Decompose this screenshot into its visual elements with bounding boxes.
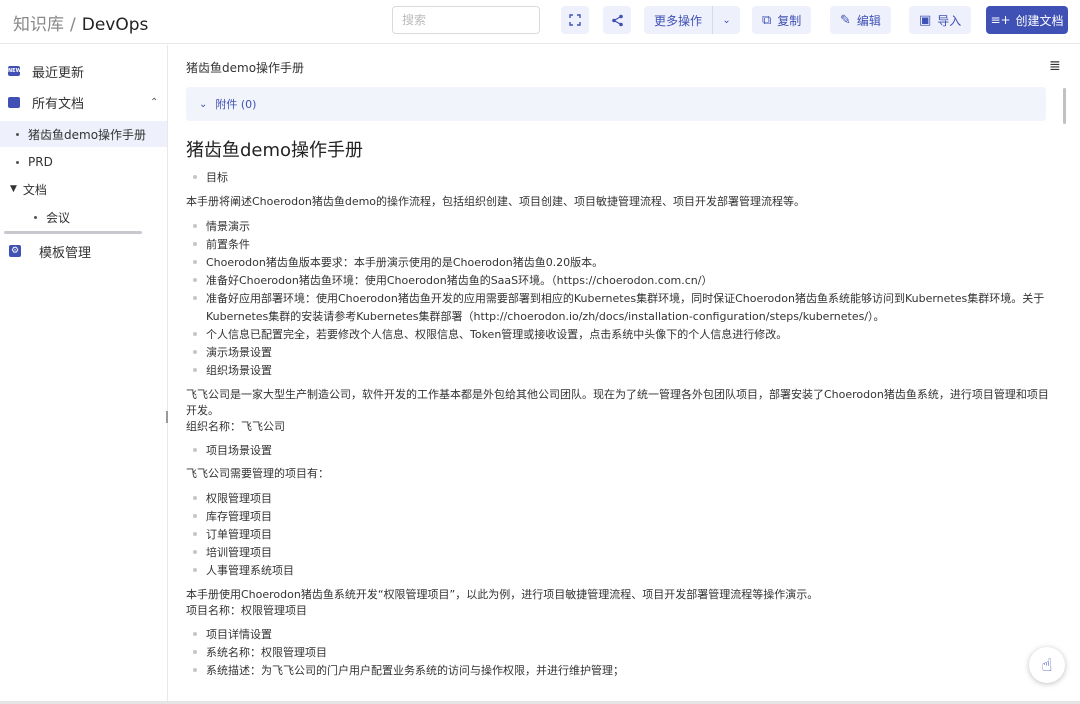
fullscreen-icon (569, 14, 581, 26)
import-button[interactable]: ▣ 导入 (909, 6, 972, 34)
document-list-icon (8, 96, 20, 108)
share-icon (611, 14, 623, 26)
attachments-label: 附件 (0) (215, 98, 257, 111)
pencil-icon: ✎ (840, 12, 851, 28)
add-document-icon: ≡+ (990, 13, 1011, 27)
breadcrumb: 知识库 / DevOps (13, 10, 148, 35)
goal-list: 目标 (186, 169, 1051, 187)
sidebar-item-label: 模板管理 (39, 245, 92, 261)
list-item: 人事管理系统项目 (186, 562, 1051, 580)
projects-intro: 飞飞公司需要管理的项目有： (186, 467, 329, 480)
project-scene-list: 项目场景设置 (186, 442, 1051, 460)
document-heading: 猪齿鱼demo操作手册 (186, 140, 364, 161)
attachments-panel[interactable]: ⌄ 附件 (0) (186, 87, 1046, 121)
tree-item-label: PRD (28, 155, 53, 169)
intro-paragraph: 本手册将阐述Choerodon猪齿鱼demo的操作流程，包括组织创建、项目创建、… (186, 195, 806, 208)
create-document-label: 创建文档 (1015, 13, 1064, 28)
copy-button[interactable]: ⧉ 复制 (752, 6, 812, 34)
list-item: 前置条件 (186, 236, 1051, 254)
create-document-button[interactable]: ≡+ 创建文档 (986, 6, 1068, 34)
help-float-button[interactable]: ☝ (1029, 647, 1065, 683)
breadcrumb-current: DevOps (81, 15, 149, 35)
chevron-up-icon[interactable]: ⌃ (150, 97, 158, 108)
sidebar-item-label: 所有文档 (32, 96, 85, 112)
list-item: Choerodon猪齿鱼版本要求：本手册演示使用的是Choerodon猪齿鱼0.… (186, 254, 1051, 272)
list-item: 情景演示 (186, 218, 1051, 236)
table-of-contents-icon[interactable]: ≣ (1049, 58, 1061, 74)
list-item: 库存管理项目 (186, 508, 1051, 526)
list-item: 系统描述：为飞飞公司的门户用户配置业务系统的访问与操作权限，并进行维护管理； (186, 662, 1051, 680)
gear-icon: ⚙ (9, 245, 21, 257)
list-item: 项目场景设置 (186, 442, 1051, 460)
tree-item-doc[interactable]: 猪齿鱼demo操作手册 (0, 121, 167, 147)
sidebar-item-label: 最近更新 (32, 65, 85, 81)
org-name: 组织名称：飞飞公司 (186, 420, 285, 433)
chevron-down-icon: ⌄ (722, 14, 731, 26)
list-item: 项目详情设置 (186, 626, 1051, 644)
project-list: 权限管理项目 库存管理项目 订单管理项目 培训管理项目 人事管理系统项目 (186, 490, 1051, 580)
list-item: 组织场景设置 (186, 362, 1051, 380)
breadcrumb-root[interactable]: 知识库 (13, 15, 64, 35)
sidebar-item-templates[interactable]: ⚙ 模板管理 (9, 239, 91, 263)
new-badge-icon: NEW (8, 66, 22, 76)
fullscreen-button[interactable] (561, 6, 589, 34)
list-item: 目标 (186, 169, 1051, 187)
tree-item-folder[interactable]: ▼ 文档 (0, 176, 47, 202)
breadcrumb-separator: / (70, 15, 76, 35)
list-item: 系统名称：权限管理项目 (186, 644, 1051, 662)
list-item: 演示场景设置 (186, 344, 1051, 362)
touch-hand-icon: ☝ (1041, 654, 1053, 676)
list-item: 权限管理项目 (186, 490, 1051, 508)
sidebar-item-recent[interactable]: NEW 最近更新 (8, 59, 84, 83)
list-item: 订单管理项目 (186, 526, 1051, 544)
scene-list: 情景演示 前置条件 Choerodon猪齿鱼版本要求：本手册演示使用的是Choe… (186, 218, 1051, 380)
bullet-icon (16, 160, 19, 164)
more-actions-dropdown[interactable]: ⌄ (712, 6, 740, 34)
tree-item-prd[interactable]: PRD (0, 149, 53, 175)
project-detail-list: 项目详情设置 系统名称：权限管理项目 系统描述：为飞飞公司的门户用户配置业务系统… (186, 626, 1051, 680)
sidebar-scrollbar[interactable] (4, 231, 142, 234)
edit-button[interactable]: ✎ 编辑 (830, 6, 891, 34)
sidebar-item-all-docs[interactable]: 所有文档 (8, 90, 84, 114)
caret-down-icon: ▼ (10, 184, 17, 194)
more-actions-split-button: 更多操作 ⌄ (644, 6, 741, 34)
tree-item-meeting[interactable]: 会议 (0, 204, 70, 230)
bullet-icon (34, 215, 37, 219)
sidebar-resize-handle[interactable] (166, 411, 168, 423)
copy-icon: ⧉ (762, 12, 772, 28)
list-item: 准备好应用部署环境：使用Choerodon猪齿鱼开发的应用需要部署到相应的Kub… (186, 290, 1051, 326)
tree-item-label: 猪齿鱼demo操作手册 (28, 127, 147, 142)
tree-item-label: 文档 (22, 182, 47, 197)
chevron-down-icon: ⌄ (199, 98, 208, 110)
edit-label: 编辑 (856, 13, 881, 28)
project-name: 项目名称：权限管理项目 (186, 604, 307, 617)
list-item: 培训管理项目 (186, 544, 1051, 562)
copy-label: 复制 (777, 13, 802, 28)
import-icon: ▣ (919, 12, 932, 28)
share-button[interactable] (603, 6, 631, 34)
top-header: 知识库 /DevOps 更多操作 ⌄ ⧉ 复制 ✎ 编辑 ▣ 导入 ≡+ 创建文档 (0, 0, 1080, 44)
bullet-icon (16, 132, 19, 136)
search-input[interactable] (392, 6, 540, 34)
document-body: 猪齿鱼demo操作手册 目标 本手册将阐述Choerodon猪齿鱼demo的操作… (186, 139, 1051, 680)
document-view: 猪齿鱼demo操作手册 ≣ ⌄ 附件 (0) 猪齿鱼demo操作手册 目标 本手… (169, 45, 1080, 704)
import-label: 导入 (937, 13, 962, 28)
manual-paragraph: 本手册使用Choerodon猪齿鱼系统开发“权限管理项目”，以此为例，进行项目敏… (186, 588, 819, 601)
sidebar: NEW 最近更新 所有文档 ⌃ 猪齿鱼demo操作手册 PRD ▼ 文档 会议 … (0, 45, 168, 704)
more-actions-button[interactable]: 更多操作 (644, 6, 712, 34)
list-item: 准备好Choerodon猪齿鱼环境：使用Choerodon猪齿鱼的SaaS环境。… (186, 272, 1051, 290)
tree-item-label: 会议 (46, 210, 71, 225)
list-item: 个人信息已配置完全，若要修改个人信息、权限信息、Token管理或接收设置，点击系… (186, 326, 1051, 344)
content-scrollbar[interactable] (1063, 88, 1066, 124)
company-paragraph: 飞飞公司是一家大型生产制造公司，软件开发的工作基本都是外包给其他公司团队。现在为… (186, 388, 1049, 417)
document-title-bar: 猪齿鱼demo操作手册 (186, 61, 305, 75)
